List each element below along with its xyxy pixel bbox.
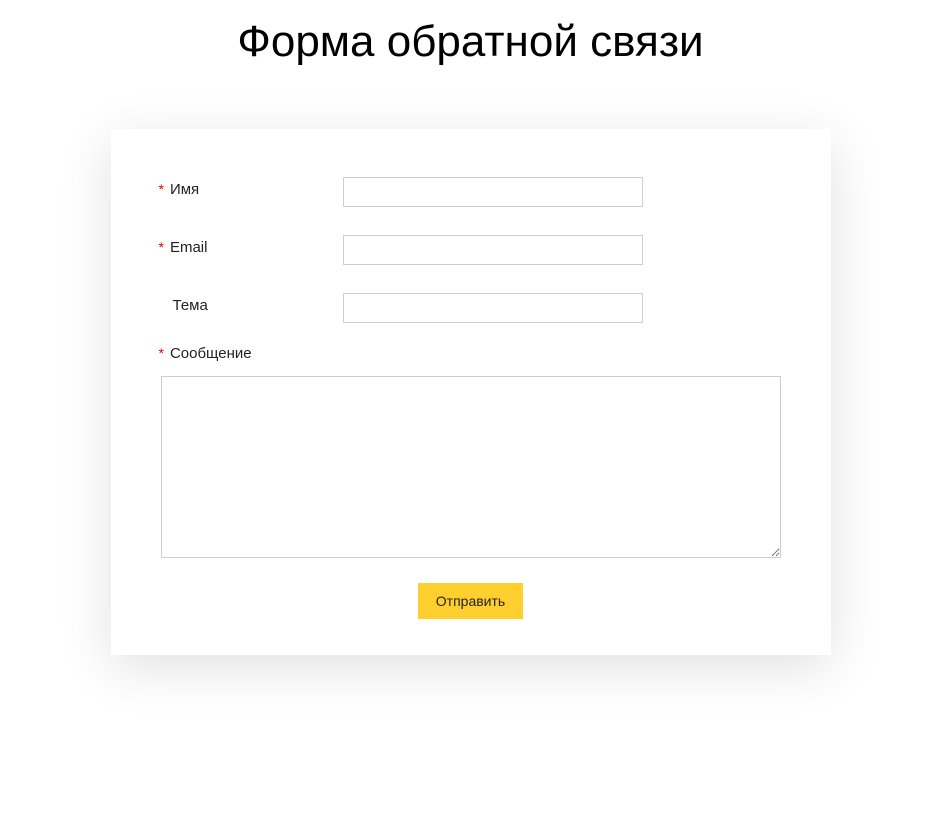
- required-marker: *: [159, 345, 164, 361]
- submit-button[interactable]: Отправить: [418, 583, 523, 619]
- name-label: Имя: [170, 181, 199, 198]
- form-row-email: * Email: [161, 235, 781, 265]
- label-col-message: * Сообщение: [161, 345, 781, 362]
- required-marker: *: [159, 181, 164, 197]
- name-input[interactable]: [343, 177, 643, 207]
- submit-row: Отправить: [161, 583, 781, 619]
- email-input[interactable]: [343, 235, 643, 265]
- message-textarea[interactable]: [161, 376, 781, 558]
- label-col-name: * Имя: [161, 177, 343, 198]
- page-title: Форма обратной связи: [0, 14, 941, 69]
- label-col-email: * Email: [161, 235, 343, 256]
- form-row-subject: Тема: [161, 293, 781, 323]
- feedback-form-card: * Имя * Email Тема * Сообщение Отправить: [111, 129, 831, 655]
- subject-label: Тема: [173, 297, 208, 314]
- form-row-name: * Имя: [161, 177, 781, 207]
- message-label: Сообщение: [170, 345, 252, 362]
- form-row-message: * Сообщение: [161, 345, 781, 563]
- subject-input[interactable]: [343, 293, 643, 323]
- email-label: Email: [170, 239, 208, 256]
- required-marker: *: [159, 239, 164, 255]
- label-col-subject: Тема: [161, 293, 343, 314]
